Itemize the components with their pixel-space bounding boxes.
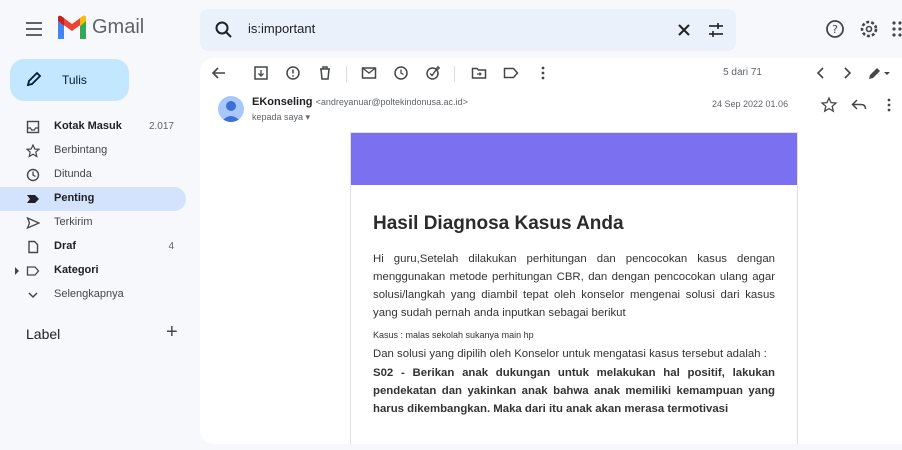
email-title: Hasil Diagnosa Kasus Anda: [373, 213, 624, 234]
sender-name[interactable]: EKonseling: [252, 96, 313, 108]
email-intro: Hi guru,Setelah dilakukan perhitungan da…: [373, 253, 775, 319]
star-icon: [26, 144, 40, 158]
sidebar-item-categories[interactable]: Kategori: [0, 259, 186, 283]
message-view: 5 dari 71 EKonseling <andreyanuar@poltek…: [200, 58, 902, 444]
chevron-down-icon: [28, 292, 38, 299]
newer-chevron-left-icon[interactable]: [812, 64, 830, 82]
sidebar-item-label: Penting: [54, 192, 95, 204]
clock-icon: [26, 168, 40, 182]
gmail-logo-icon[interactable]: [56, 15, 88, 41]
snooze-clock-icon[interactable]: [392, 64, 410, 82]
toolbar-divider: [346, 66, 347, 82]
search-icon[interactable]: [214, 20, 234, 40]
delete-icon[interactable]: [316, 64, 334, 82]
message-date: 24 Sep 2022 01.06: [712, 99, 789, 109]
pencil-icon: [26, 71, 42, 87]
more-vert-icon[interactable]: [534, 64, 552, 82]
main-menu-button[interactable]: [22, 18, 46, 42]
sidebar-item-label: Kotak Masuk: [54, 120, 122, 132]
close-icon[interactable]: [674, 20, 694, 40]
help-icon[interactable]: ?: [824, 18, 846, 40]
sidebar-item-label: Draf: [54, 240, 77, 252]
toolbar-divider: [454, 66, 455, 82]
mark-unread-icon[interactable]: [360, 64, 378, 82]
move-to-icon[interactable]: [470, 64, 488, 82]
labels-icon[interactable]: [502, 64, 520, 82]
apps-grid-icon[interactable]: [890, 18, 902, 40]
sidebar-nav: Kotak Masuk 2.017 Berbintang Ditunda Pen…: [0, 115, 190, 307]
inbox-icon: [26, 120, 40, 134]
solution-intro: Dan solusi yang dipilih oleh Konselor un…: [373, 348, 767, 360]
email-banner: [351, 133, 797, 185]
sidebar-item-inbox[interactable]: Kotak Masuk 2.017: [0, 115, 186, 139]
sender-line: EKonseling <andreyanuar@poltekindonusa.a…: [252, 96, 468, 108]
sidebar-item-label: Kategori: [54, 264, 99, 276]
sidebar-item-drafts[interactable]: Draf 4: [0, 235, 186, 259]
report-spam-icon[interactable]: [284, 64, 302, 82]
sidebar-item-sent[interactable]: Terkirim: [0, 211, 186, 235]
important-icon: [27, 195, 39, 203]
settings-gear-icon[interactable]: [858, 18, 880, 40]
solution-text: S02 - Berikan anak dukungan untuk melaku…: [373, 367, 775, 415]
star-icon[interactable]: [820, 96, 838, 114]
older-chevron-right-icon[interactable]: [838, 64, 856, 82]
draft-count: 4: [168, 241, 174, 252]
unread-count: 2.017: [148, 121, 174, 132]
send-icon: [26, 216, 40, 230]
recipient-toggle[interactable]: kepada saya ▾: [252, 112, 310, 123]
email-body: Hasil Diagnosa Kasus Anda Hi guru,Setela…: [350, 132, 798, 444]
compose-label: Tulis: [62, 73, 87, 87]
case-line: Kasus : malas sekolah sukanya main hp: [373, 330, 534, 340]
sidebar-item-label: Selengkapnya: [54, 288, 124, 300]
archive-icon[interactable]: [252, 64, 270, 82]
more-vert-icon[interactable]: [880, 96, 898, 114]
person-icon: [221, 101, 241, 122]
back-arrow-icon[interactable]: [210, 64, 228, 82]
compose-button[interactable]: Tulis: [10, 59, 129, 101]
search-options-icon[interactable]: [706, 20, 726, 40]
draft-icon: [28, 240, 39, 254]
top-bar: Gmail ?: [0, 0, 902, 60]
expand-arrow-icon[interactable]: [14, 267, 20, 275]
sidebar-item-starred[interactable]: Berbintang: [0, 139, 186, 163]
sidebar-item-label: Terkirim: [54, 216, 93, 228]
sidebar-item-snoozed[interactable]: Ditunda: [0, 163, 186, 187]
sidebar-item-label: Berbintang: [54, 144, 108, 156]
sidebar-item-label: Ditunda: [54, 168, 92, 180]
search-bar[interactable]: [200, 9, 736, 51]
label-icon: [26, 266, 40, 276]
pagination-text: 5 dari 71: [723, 67, 762, 78]
svg-text:?: ?: [832, 23, 838, 36]
sender-email: <andreyanuar@poltekindonusa.ac.id>: [315, 97, 468, 107]
add-label-button[interactable]: +: [166, 321, 178, 344]
sidebar-item-important[interactable]: Penting: [0, 187, 186, 211]
reply-icon[interactable]: [850, 96, 868, 114]
labels-heading: Label: [26, 326, 61, 342]
sidebar-item-more[interactable]: Selengkapnya: [0, 283, 186, 307]
app-name: Gmail: [92, 16, 145, 38]
input-tools-pencil-icon[interactable]: [866, 64, 892, 82]
sender-avatar[interactable]: [218, 96, 244, 122]
add-to-tasks-icon[interactable]: [424, 64, 442, 82]
search-input[interactable]: [248, 21, 648, 36]
